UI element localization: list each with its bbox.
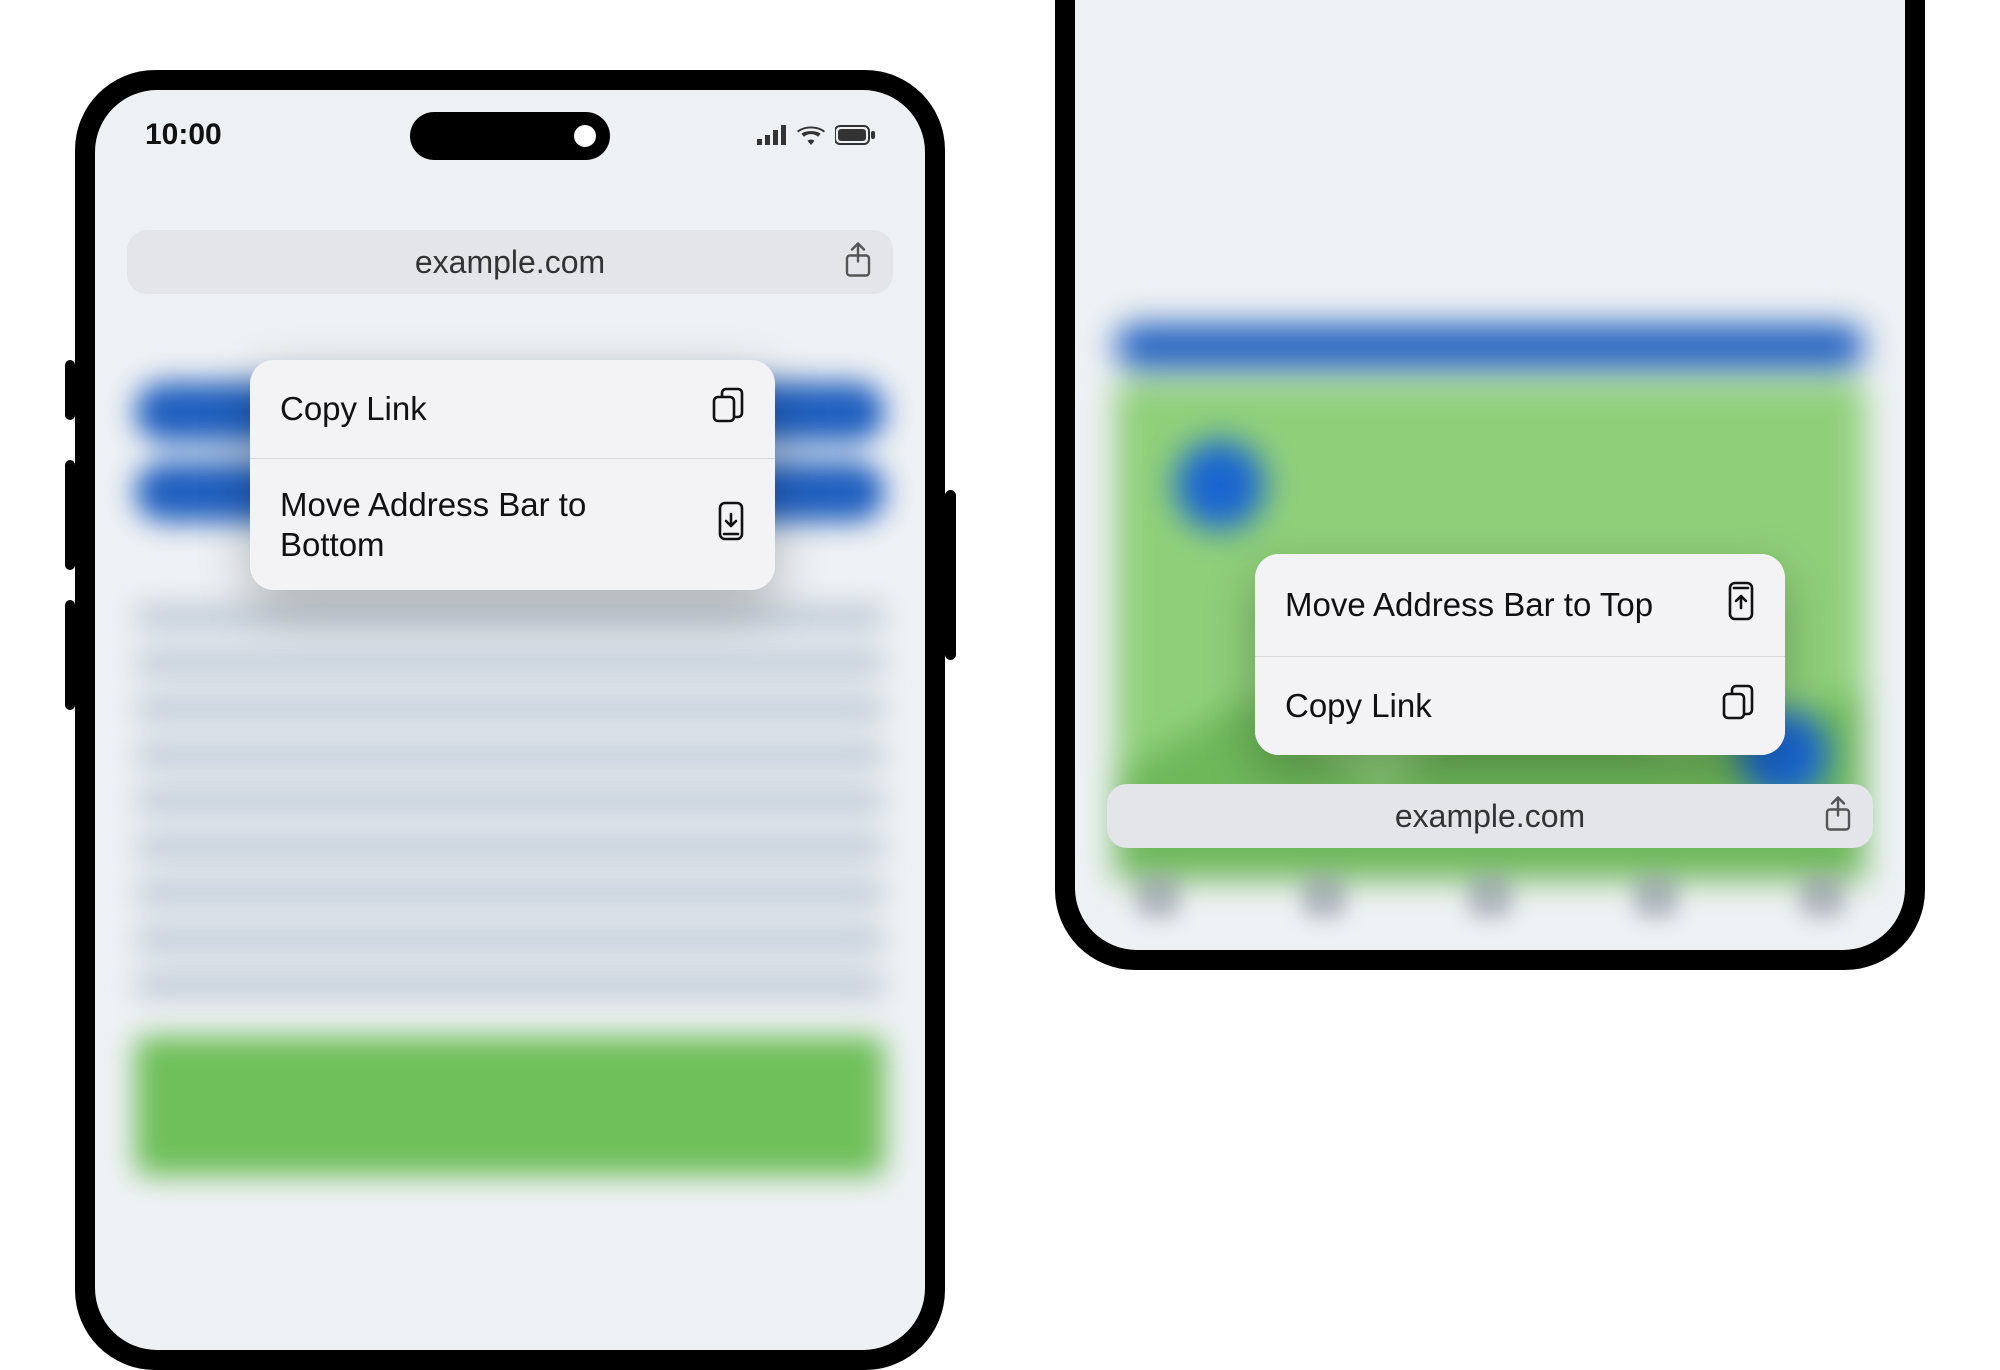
volume-down-button — [65, 600, 75, 710]
context-menu-right: Move Address Bar to Top Copy Link — [1255, 554, 1785, 755]
menu-item-label: Copy Link — [1285, 686, 1432, 726]
bookmarks-icon[interactable] — [1634, 874, 1678, 918]
address-bar-bottom[interactable]: example.com — [1107, 784, 1873, 848]
menu-item-label: Move Address Bar to Top — [1285, 585, 1653, 625]
copy-icon — [1721, 683, 1755, 729]
menu-item-copy-link[interactable]: Copy Link — [1255, 656, 1785, 755]
battery-icon — [835, 125, 875, 145]
copy-icon — [711, 386, 745, 432]
share-toolbar-icon[interactable] — [1468, 874, 1512, 918]
volume-up-button — [65, 460, 75, 570]
forward-icon[interactable] — [1302, 874, 1346, 918]
status-bar: 10:00 — [95, 118, 925, 152]
share-icon[interactable] — [843, 242, 873, 283]
phone-screen-right: Move Address Bar to Top Copy Link exampl… — [1075, 0, 1905, 950]
phone-screen-left: 10:00 example.com — [95, 90, 925, 1350]
menu-item-label: Move Address Bar to Bottom — [280, 485, 660, 564]
url-text: example.com — [1395, 798, 1585, 835]
bottom-toolbar — [1075, 866, 1905, 926]
share-icon[interactable] — [1823, 796, 1853, 837]
power-button — [945, 490, 956, 660]
menu-item-label: Copy Link — [280, 389, 427, 429]
status-time: 10:00 — [145, 118, 222, 152]
url-text: example.com — [415, 244, 605, 281]
move-to-bottom-icon — [717, 500, 745, 550]
cellular-icon — [757, 125, 787, 145]
context-menu-left: Copy Link Move Address Bar to Bottom — [250, 360, 775, 590]
menu-item-copy-link[interactable]: Copy Link — [250, 360, 775, 458]
back-icon[interactable] — [1136, 874, 1180, 918]
menu-item-move-bottom[interactable]: Move Address Bar to Bottom — [250, 458, 775, 590]
tabs-icon[interactable] — [1800, 874, 1844, 918]
menu-item-move-top[interactable]: Move Address Bar to Top — [1255, 554, 1785, 656]
mute-switch — [65, 360, 75, 420]
wifi-icon — [797, 125, 825, 145]
address-bar-top[interactable]: example.com — [127, 230, 893, 294]
phone-mockup-left: 10:00 example.com — [75, 70, 945, 1370]
move-to-top-icon — [1727, 580, 1755, 630]
phone-mockup-right: Move Address Bar to Top Copy Link exampl… — [1055, 0, 1925, 970]
